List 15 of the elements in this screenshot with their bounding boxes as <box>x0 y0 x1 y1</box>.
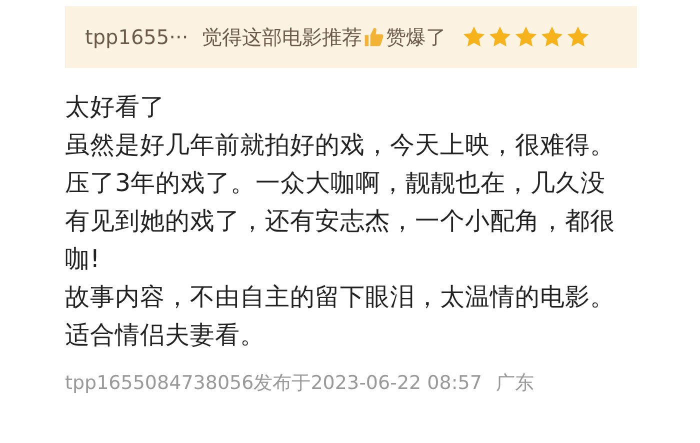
review-paragraph: 压了3年的戏了。一众大咖啊，靓靓也在，几久没有见到她的戏了，还有安志杰，一个小配角，都很咖! <box>65 167 616 275</box>
location-text: 广东 <box>496 372 534 394</box>
star-icon <box>540 25 564 49</box>
username: tpp1655··· <box>85 25 188 49</box>
star-icon <box>462 25 486 49</box>
star-icon <box>488 25 512 49</box>
star-icon <box>514 25 538 49</box>
review-title: 太好看了 <box>65 91 166 123</box>
post-info: tpp1655084738056发布于2023-06-22 08:57 <box>65 372 482 394</box>
review-paragraph: 故事内容，不由自主的留下眼泪，太温情的电影。适合情侣夫妻看。 <box>65 281 616 351</box>
review-paragraph: 虽然是好几年前就拍好的戏，今天上映，很难得。 <box>65 129 616 161</box>
verdict-text: 赞爆了 <box>386 24 446 50</box>
thumbs-up-icon <box>363 26 386 48</box>
star-icon <box>566 25 590 49</box>
verdict-text: 觉得这部电影推荐 <box>202 24 362 50</box>
